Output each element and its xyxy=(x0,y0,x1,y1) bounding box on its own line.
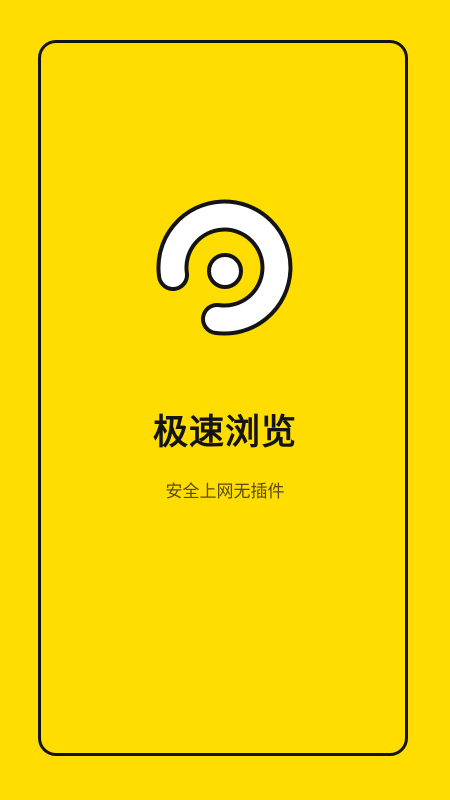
app-subtitle: 安全上网无插件 xyxy=(165,482,285,502)
splash-screen: 极速浏览 安全上网无插件 xyxy=(0,0,450,800)
outline-frame xyxy=(38,40,408,756)
app-title: 极速浏览 xyxy=(152,413,297,453)
swirl-logo-icon xyxy=(156,199,293,336)
